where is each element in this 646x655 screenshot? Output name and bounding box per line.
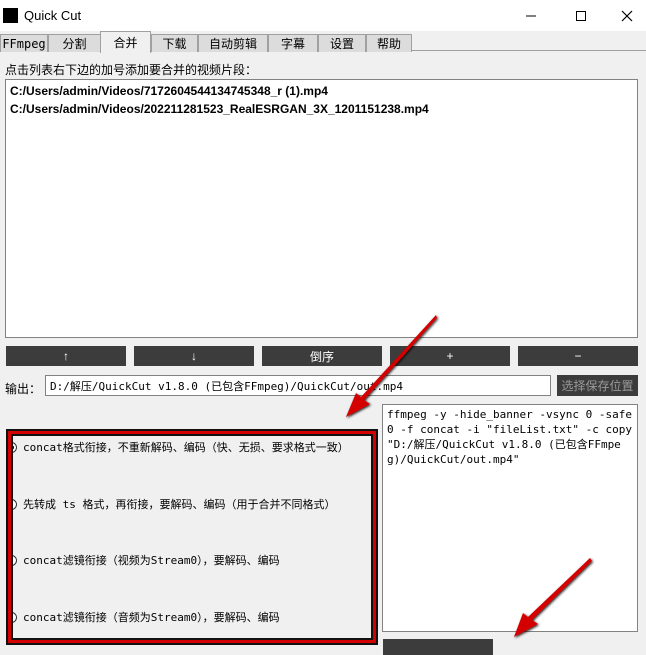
add-file-button[interactable]: + [390,346,510,366]
tab-label: 帮助 [376,37,401,51]
maximize-icon [576,10,586,21]
minimize-button[interactable] [508,0,554,31]
tab-download[interactable]: 下载 [151,34,198,52]
tab-split[interactable]: 分割 [48,34,101,52]
app-icon [3,8,18,23]
close-button[interactable] [604,0,646,31]
move-down-button[interactable]: ↓ [134,346,254,366]
merge-hint-label: 点击列表右下边的加号添加要合并的视频片段： [5,63,258,77]
tab-label: 自动剪辑 [208,37,257,51]
tab-label: 分割 [62,37,87,51]
file-list[interactable]: C:/Users/admin/Videos/717260454413474534… [5,79,638,338]
window-title: Quick Cut [24,8,82,23]
title-bar: Quick Cut [0,0,646,31]
tab-label: 合并 [113,36,138,50]
close-icon [621,10,633,21]
choose-save-location-button[interactable]: 选择保存位置 [557,375,638,396]
tab-subtitles[interactable]: 字幕 [268,34,318,52]
remove-file-button[interactable]: − [518,346,638,366]
tab-label: 下载 [162,37,187,51]
reverse-order-button[interactable]: 倒序 [262,346,382,366]
minimize-icon [526,15,536,16]
maximize-button[interactable] [558,0,604,31]
command-preview[interactable]: ffmpeg -y -hide_banner -vsync 0 -safe 0 … [382,404,638,632]
tab-label: FFmpeg [2,36,46,51]
tab-label: 设置 [329,37,354,51]
output-label: 输出： [5,382,42,396]
move-up-button[interactable]: ↑ [6,346,126,366]
tab-label: 字幕 [280,37,305,51]
output-path-input[interactable]: D:/解压/QuickCut v1.8.0 (已包含FFmpeg)/QuickC… [45,375,551,396]
tab-auto-edit[interactable]: 自动剪辑 [198,34,268,52]
tab-merge[interactable]: 合并 [100,31,151,53]
tab-ffmpeg[interactable]: FFmpeg [0,34,48,52]
list-item[interactable]: C:/Users/admin/Videos/202211281523_RealE… [10,102,429,116]
tab-help[interactable]: 帮助 [366,34,412,52]
tab-bar: FFmpeg 分割 合并 下载 自动剪辑 字幕 设置 帮助 [0,31,646,53]
tab-settings[interactable]: 设置 [318,34,366,52]
run-button[interactable] [383,639,493,655]
highlight-box [8,431,376,643]
list-item[interactable]: C:/Users/admin/Videos/717260454413474534… [10,84,328,98]
